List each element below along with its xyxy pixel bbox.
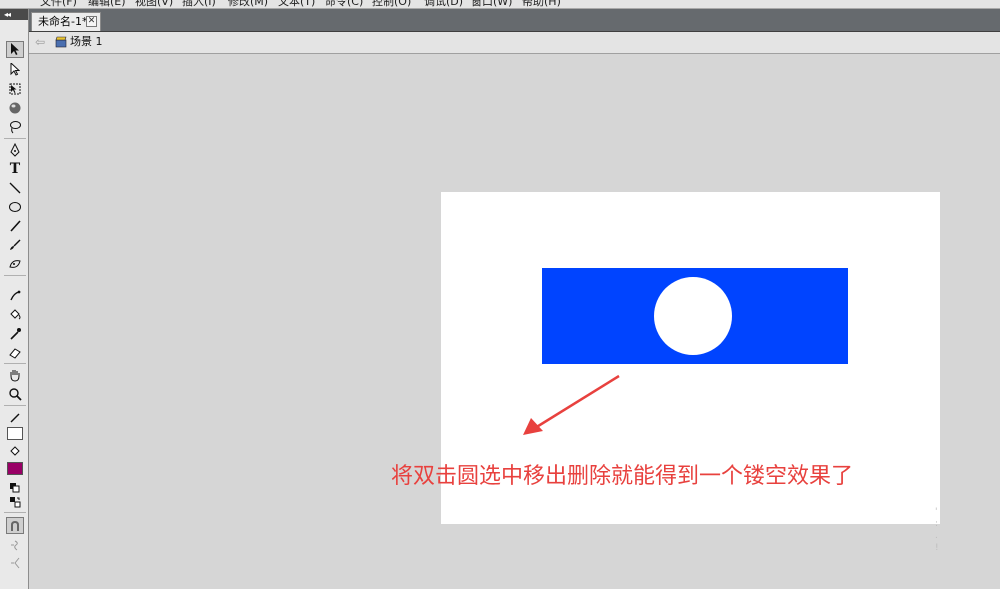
blue-rectangle-shape[interactable] (542, 268, 848, 364)
menu-view[interactable]: 视图(V) (135, 0, 173, 8)
zoom-tool-icon[interactable] (6, 385, 24, 402)
menu-modify[interactable]: 修改(M) (228, 0, 268, 8)
pen-tool-icon[interactable] (6, 141, 24, 158)
toolbox-divider (4, 405, 26, 406)
menu-text[interactable]: 文本(T) (278, 0, 315, 8)
menu-commands[interactable]: 命令(C) (325, 0, 363, 8)
menu-help[interactable]: 帮助(H) (522, 0, 561, 8)
stroke-color-pencil-icon (6, 409, 24, 426)
bone-tool-icon[interactable] (6, 287, 24, 304)
smooth-icon[interactable] (6, 536, 24, 553)
text-tool-icon[interactable]: T (6, 160, 24, 177)
brush-tool-icon[interactable] (6, 236, 24, 253)
pencil-tool-icon[interactable] (6, 217, 24, 234)
menu-edit[interactable]: 编辑(E) (88, 0, 126, 8)
document-tab-title: 未命名-1* (38, 15, 88, 28)
3d-rotation-tool-icon[interactable] (6, 99, 24, 116)
fill-color-bucket-icon (6, 443, 24, 460)
menu-bar: 文件(F) 编辑(E) 视图(V) 插入(I) 修改(M) 文本(T) 命令(C… (0, 0, 1000, 9)
line-tool-icon[interactable] (6, 179, 24, 196)
free-transform-tool-icon[interactable] (6, 80, 24, 97)
hand-tool-icon[interactable] (6, 366, 24, 383)
snap-to-objects-icon[interactable] (6, 517, 24, 534)
lasso-tool-icon[interactable] (6, 118, 24, 135)
paint-bucket-tool-icon[interactable] (6, 306, 24, 323)
toolbox-collapse-button[interactable]: ◂◂ (0, 9, 28, 20)
back-arrow-icon[interactable]: ⇦ (35, 35, 45, 49)
toolbox-divider (4, 512, 26, 513)
menu-debug[interactable]: 调试(D) (424, 0, 463, 8)
eraser-tool-icon[interactable] (6, 344, 24, 361)
toolbox-divider (4, 138, 26, 139)
stage-edge-marks: ':.! (935, 507, 939, 553)
selection-tool-icon[interactable] (6, 41, 24, 58)
fill-color-swatch[interactable] (7, 462, 23, 475)
document-tab[interactable]: 未命名-1* ✕ (31, 12, 101, 31)
menu-window[interactable]: 窗口(W) (471, 0, 512, 8)
toolbox-divider (4, 275, 26, 276)
scene-breadcrumb[interactable]: 场景 1 (70, 35, 103, 49)
toolbox-panel: ◂◂ T (0, 9, 29, 589)
deco-tool-icon[interactable] (6, 255, 24, 272)
menu-insert[interactable]: 插入(I) (182, 0, 216, 8)
subselection-tool-icon[interactable] (6, 61, 24, 78)
menu-control[interactable]: 控制(O) (372, 0, 411, 8)
document-tab-bar: 未命名-1* ✕ (29, 9, 1000, 32)
annotation-caption: 将双击圆选中移出删除就能得到一个镂空效果了 (391, 464, 854, 489)
swap-colors-icon[interactable] (6, 493, 24, 510)
close-tab-icon[interactable]: ✕ (86, 16, 97, 27)
menu-file[interactable]: 文件(F) (40, 0, 77, 8)
straighten-icon[interactable] (6, 554, 24, 571)
oval-tool-icon[interactable] (6, 198, 24, 215)
edit-bar: ⇦ 场景 1 (29, 32, 1000, 54)
eyedropper-tool-icon[interactable] (6, 325, 24, 342)
annotation-arrow (523, 374, 620, 435)
scene-clapperboard-icon (55, 36, 67, 48)
circle-hole[interactable] (654, 277, 732, 355)
stroke-color-swatch[interactable] (7, 427, 23, 440)
toolbox-divider (4, 363, 26, 364)
